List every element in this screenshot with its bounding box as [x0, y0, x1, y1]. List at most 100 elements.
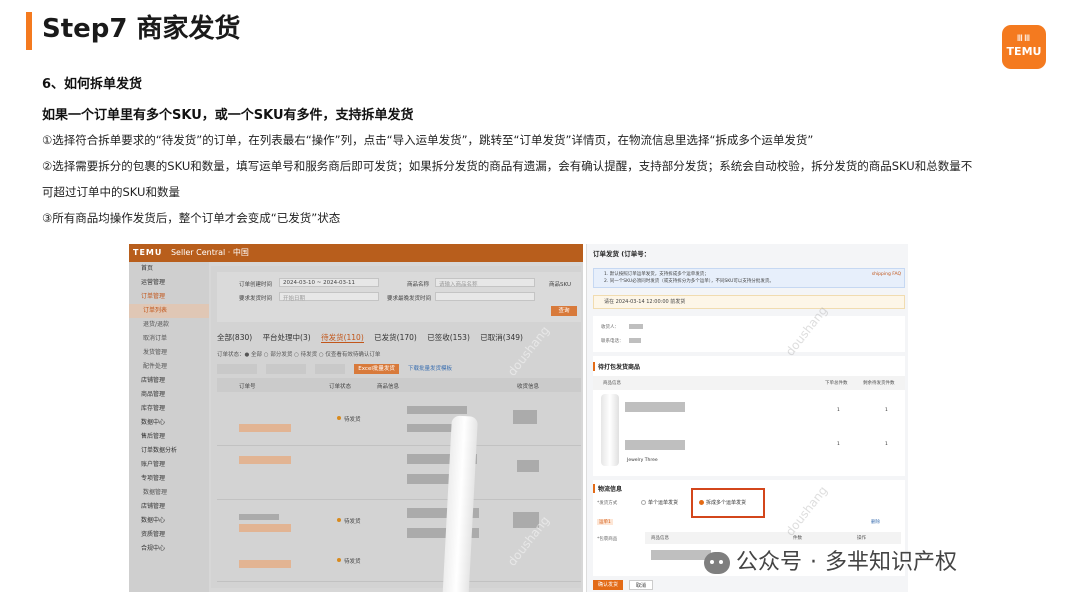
tab-shipped[interactable]: 已发货(170)	[374, 333, 417, 342]
query-button[interactable]: 查询	[551, 306, 577, 316]
order-status-filter[interactable]: 订单状态：● 全部 ○ 部分发货 ○ 待发货 ○ 仅查看有效待确认订单	[217, 350, 380, 358]
goods-name-input[interactable]: 请输入商品名称	[435, 278, 535, 288]
sidebar-item[interactable]: 账户管理	[129, 458, 209, 472]
batch-button[interactable]	[315, 364, 346, 374]
sidebar-item[interactable]: 取消订单	[129, 332, 209, 346]
order-number[interactable]	[239, 456, 291, 464]
sidebar-item[interactable]: 首页	[129, 262, 209, 276]
goods-table-header: 商品信息 下单总件数 剩余待发货件数	[593, 376, 905, 390]
receiver-info-blurred	[517, 460, 539, 472]
sidebar-item[interactable]: 专项管理	[129, 472, 209, 486]
goods-image	[601, 394, 619, 466]
ship-deadline-warning: 请在 2024-03-14 12:00:00 前发货	[593, 295, 905, 309]
seller-brand: TEMU	[133, 248, 163, 257]
split-option-highlight	[691, 488, 765, 518]
col-parcel-goods: 商品信息	[651, 536, 669, 541]
sidebar-item[interactable]: 订单数据分析	[129, 444, 209, 458]
download-template-link[interactable]: 下载批量发货模板	[408, 364, 452, 374]
sidebar-item[interactable]: 商品管理	[129, 388, 209, 402]
order-number[interactable]	[239, 560, 291, 568]
radio-single-waybill[interactable]: 单个运单发货	[641, 499, 678, 506]
parcel-goods-blurred	[651, 550, 711, 560]
sidebar-item[interactable]: 配件处理	[129, 360, 209, 374]
slide-title: Step7 商家发货	[42, 14, 241, 44]
title-accent-bar	[26, 12, 32, 50]
wechat-watermark: 公众号 · 多芈知识产权	[704, 548, 957, 578]
tab-to-ship[interactable]: 待发货(110)	[321, 333, 364, 343]
goods-name-blurred	[625, 440, 685, 450]
col-order-no: 订单号	[239, 384, 256, 390]
seller-sidebar: 首页 运营管理 订单管理 订单列表 退货/退款 取消订单 发货管理 配件处理 店…	[129, 262, 209, 592]
remaining-count: 1	[885, 408, 888, 413]
section-heading: 6、如何拆单发货	[42, 77, 143, 92]
watermark-name: 多芈知识产权	[825, 550, 958, 575]
sidebar-item[interactable]: 运营管理	[129, 276, 209, 290]
delete-parcel-link[interactable]: 删除	[871, 519, 880, 525]
sidebar-item[interactable]: 店铺管理	[129, 374, 209, 388]
order-number[interactable]	[239, 424, 291, 432]
col-goods: 商品信息	[603, 381, 621, 386]
temu-logo-mark: ⅢⅢ	[1016, 34, 1032, 44]
order-time-range[interactable]: 2024-03-10 ~ 2024-03-11	[279, 278, 379, 287]
cancel-button[interactable]: 取消	[629, 580, 653, 590]
watermark-separator: ·	[810, 550, 818, 575]
ordered-count: 1	[837, 442, 840, 447]
tab-received[interactable]: 已签收(153)	[427, 333, 470, 342]
logistics-heading: 物流信息	[593, 484, 622, 493]
latest-ship-input[interactable]	[435, 292, 535, 301]
goods-name-blurred	[625, 402, 685, 412]
info-line-1: 1. 默认按照订单运单发货，支持拆成多个运单发货；	[604, 272, 709, 277]
ordered-count: 1	[837, 408, 840, 413]
sidebar-item-order-list[interactable]: 订单列表	[129, 304, 209, 318]
sidebar-item[interactable]: 店铺管理	[129, 500, 209, 514]
confirm-ship-button[interactable]: 确认发货	[593, 580, 623, 590]
ship-method-label: *发货方式	[597, 501, 618, 506]
ship-time-input[interactable]: 开始日期	[279, 292, 379, 302]
table-row[interactable]	[217, 448, 581, 500]
sidebar-item[interactable]: 退货/退款	[129, 318, 209, 332]
radio-single-label: 单个运单发货	[648, 500, 679, 506]
sidebar-item[interactable]: 售后管理	[129, 430, 209, 444]
sidebar-item[interactable]: 数据中心	[129, 514, 209, 528]
sidebar-item[interactable]: 库存管理	[129, 402, 209, 416]
temu-logo-text: TEMU	[1006, 45, 1042, 58]
sidebar-item[interactable]: 数据中心	[129, 416, 209, 430]
package-goods-label: *包裹商品	[597, 537, 618, 542]
sidebar-item[interactable]: 发货管理	[129, 346, 209, 360]
sidebar-item[interactable]: 合规中心	[129, 542, 209, 556]
batch-button[interactable]	[266, 364, 307, 374]
filter-panel: 订单创建时间 2024-03-10 ~ 2024-03-11 商品名称 请输入商…	[217, 272, 581, 322]
status-dot	[337, 416, 341, 420]
excel-batch-ship-button[interactable]: Excel批量发货	[354, 364, 399, 374]
batch-button[interactable]	[217, 364, 257, 374]
temu-logo: ⅢⅢ TEMU	[1002, 25, 1046, 69]
order-number[interactable]	[239, 524, 291, 532]
watermark-prefix: 公众号	[736, 550, 803, 575]
recipient-card: 收货人： 联系电话：	[593, 316, 905, 352]
parcel-tag: 运单1	[597, 519, 613, 525]
phone-label: 联系电话：	[601, 339, 624, 344]
shipping-faq-link[interactable]: shipping FAQ	[872, 271, 901, 278]
sidebar-item[interactable]: 资质管理	[129, 528, 209, 542]
tab-processing[interactable]: 平台处理中(3)	[263, 333, 311, 342]
status-dot	[337, 518, 341, 522]
pending-goods-heading: 待打包发货商品	[593, 362, 640, 371]
table-row[interactable]: 待发货	[217, 394, 581, 446]
tab-all[interactable]: 全部(830)	[217, 333, 252, 342]
col-order-status: 订单状态	[329, 384, 352, 390]
radio-circle-icon	[641, 500, 646, 505]
sidebar-item-orders[interactable]: 订单管理	[129, 290, 209, 304]
status-dot	[337, 558, 341, 562]
step-2: ②选择需要拆分的包裹的SKU和数量，填写运单号和服务商后即可发货；如果拆分发货的…	[42, 159, 973, 173]
sidebar-item[interactable]: 数据管理	[129, 486, 209, 500]
info-line-2: 2. 同一个SKU必须同时发货（或支持拆分为多个运单），不同SKU可以支持分批发…	[604, 279, 774, 284]
goods-info-blurred	[407, 406, 467, 414]
subheading: 如果一个订单里有多个SKU，或一个SKU有多件，支持拆单发货	[42, 108, 414, 123]
tab-cancelled[interactable]: 已取消(349)	[480, 333, 523, 342]
row-status: 待发货	[344, 519, 361, 525]
row-status: 待发货	[344, 417, 361, 423]
col-goods-info: 商品信息	[377, 384, 400, 390]
order-shipment-screenshot: 订单发货 (订单号： 1. 默认按照订单运单发货，支持拆成多个运单发货； 2. …	[586, 244, 908, 592]
sku-label: 商品SKU	[549, 282, 571, 288]
order-table-header: 订单号 订单状态 商品信息 收货信息	[217, 378, 581, 392]
